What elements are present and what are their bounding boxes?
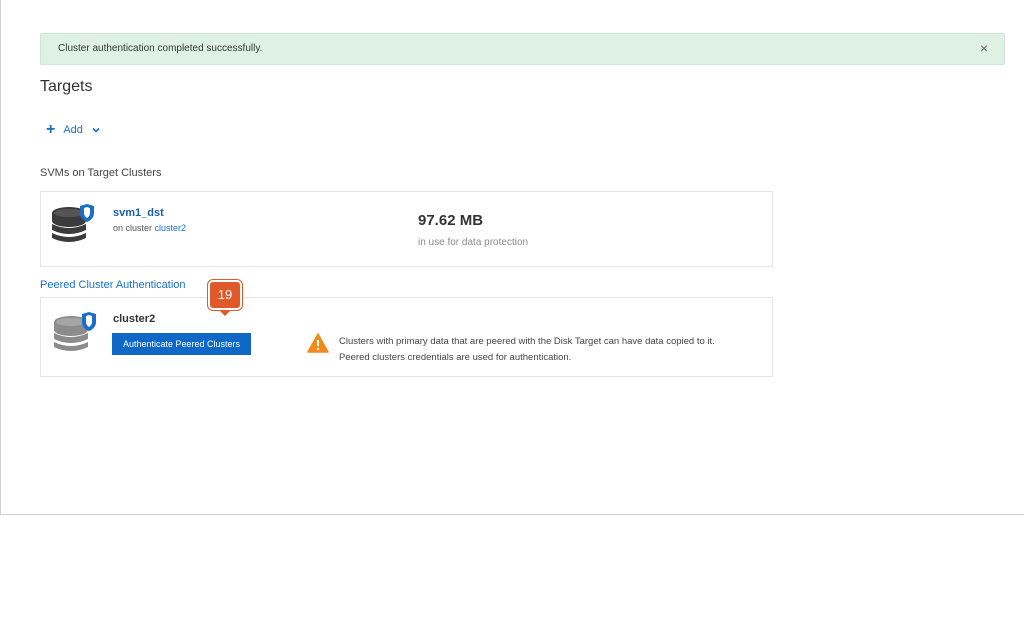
usage-label: in use for data protection xyxy=(418,237,529,248)
svm-name-link[interactable]: svm1_dst xyxy=(113,207,164,219)
warning-line-1: Clusters with primary data that are peer… xyxy=(339,336,715,347)
authenticate-peered-clusters-button[interactable]: Authenticate Peered Clusters xyxy=(112,333,251,355)
success-message: Cluster authentication completed success… xyxy=(58,43,263,54)
callout-pointer xyxy=(219,310,231,316)
usage-value: 97.62 MB xyxy=(418,212,484,229)
warning-line-2: Peered clusters credentials are used for… xyxy=(339,352,572,363)
cluster-link[interactable]: cluster2 xyxy=(155,223,187,233)
add-label: Add xyxy=(63,124,83,136)
page-title: Targets xyxy=(40,78,93,95)
chevron-down-icon xyxy=(92,127,100,133)
database-shield-icon xyxy=(54,312,96,351)
svm-section-label: SVMs on Target Clusters xyxy=(40,167,162,179)
svm-card: svm1_dst on cluster cluster2 97.62 MB in… xyxy=(40,191,773,267)
add-button[interactable]: + Add xyxy=(46,121,100,139)
svm-cluster-info: on cluster cluster2 xyxy=(113,223,186,233)
peered-cluster-auth-link[interactable]: Peered Cluster Authentication xyxy=(40,279,186,291)
success-banner: Cluster authentication completed success… xyxy=(40,33,1005,65)
warning-triangle-icon xyxy=(307,333,329,353)
peer-cluster-name: cluster2 xyxy=(113,313,156,325)
step-callout-badge: 19 xyxy=(208,280,242,310)
on-cluster-prefix: on cluster xyxy=(113,223,153,233)
database-shield-icon xyxy=(52,204,94,242)
plus-icon: + xyxy=(46,121,56,138)
close-icon[interactable]: × xyxy=(976,40,992,56)
warning-message: Clusters with primary data that are peer… xyxy=(339,334,715,366)
peer-card: cluster2 Authenticate Peered Clusters Cl… xyxy=(40,297,773,377)
main-panel: Cluster authentication completed success… xyxy=(0,0,1024,515)
